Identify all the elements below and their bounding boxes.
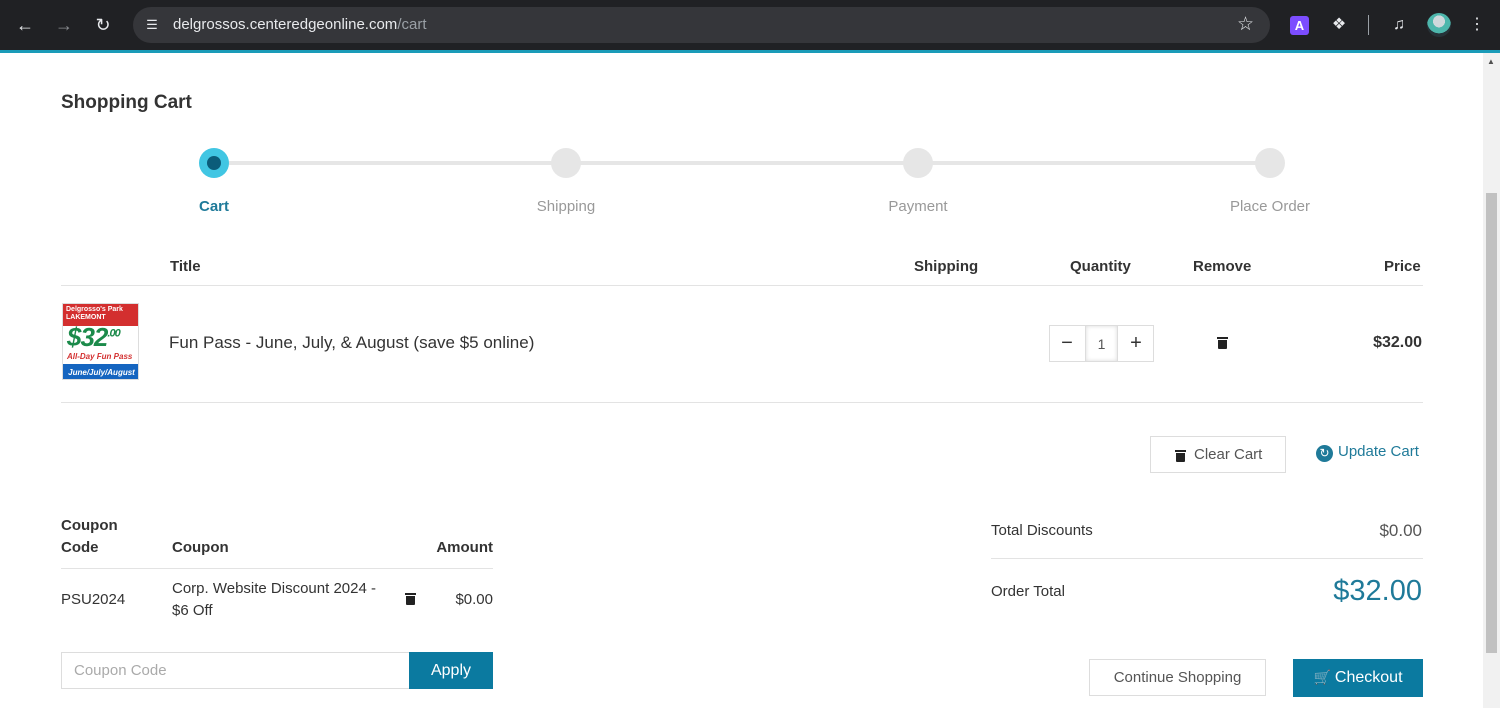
scrollbar-thumb[interactable]	[1486, 193, 1497, 653]
refresh-icon: ↻	[1316, 445, 1333, 462]
trash-icon	[1175, 449, 1186, 462]
media-control-icon[interactable]: ♫	[1388, 14, 1410, 36]
checkout-button[interactable]: 🛒 Checkout	[1293, 659, 1423, 697]
product-thumbnail[interactable]: Delgrosso's Park LAKEMONT $32.00 All-Day…	[62, 303, 139, 380]
row-divider	[61, 402, 1423, 403]
thumbnail-months: June/July/August	[68, 368, 135, 377]
coupon-header-code: Coupon Code	[61, 517, 118, 556]
site-info-icon[interactable]: ☰	[143, 16, 161, 34]
extension-a-icon[interactable]: A	[1290, 16, 1309, 35]
steps-track	[214, 161, 1270, 165]
page-accent-bar	[0, 50, 1500, 53]
back-arrow-icon[interactable]: ←	[12, 12, 38, 38]
step-place-order-label: Place Order	[1229, 198, 1311, 215]
item-price: $32.00	[1373, 334, 1422, 351]
coupon-divider	[61, 568, 493, 569]
total-discounts-label: Total Discounts	[991, 522, 1093, 539]
remove-coupon-trash-icon[interactable]	[405, 592, 416, 605]
total-discounts-value: $0.00	[1379, 521, 1422, 540]
shopping-cart-icon: 🛒	[1313, 669, 1331, 685]
coupon-amount: $0.00	[455, 591, 493, 608]
update-cart-link[interactable]: ↻ Update Cart	[1316, 443, 1419, 462]
step-payment-dot	[903, 148, 933, 178]
address-bar[interactable]: ☰ delgrossos.centeredgeonline.com/cart ☆	[133, 7, 1270, 43]
header-remove: Remove	[1193, 258, 1252, 275]
kebab-menu-icon[interactable]: ⋮	[1466, 14, 1488, 36]
step-shipping-dot	[551, 148, 581, 178]
page-scrollbar[interactable]: ▲	[1483, 53, 1500, 708]
quantity-input[interactable]	[1085, 326, 1118, 361]
item-title[interactable]: Fun Pass - June, July, & August (save $5…	[169, 333, 534, 353]
coupon-code-input[interactable]	[61, 652, 410, 689]
table-divider	[61, 285, 1423, 286]
summary-divider	[991, 558, 1423, 559]
coupon-name: Corp. Website Discount 2024 - $6 Off	[172, 580, 376, 619]
quantity-increase-button[interactable]: +	[1119, 326, 1153, 361]
step-cart-label: Cart	[198, 198, 229, 215]
page-title: Shopping Cart	[61, 92, 192, 113]
step-cart-dot	[199, 148, 229, 178]
header-title: Title	[170, 258, 201, 275]
thumbnail-tagline: All-Day Fun Pass	[67, 352, 133, 361]
extensions-puzzle-icon[interactable]: ❖	[1328, 14, 1350, 36]
header-quantity: Quantity	[1070, 258, 1131, 275]
thumbnail-top-text: Delgrosso's Park LAKEMONT	[66, 306, 123, 321]
remove-item-trash-icon[interactable]	[1217, 336, 1228, 349]
coupon-code: PSU2024	[61, 591, 126, 608]
order-total-value: $32.00	[1333, 575, 1422, 607]
header-shipping: Shipping	[914, 258, 979, 275]
thumbnail-price: $32.00	[67, 322, 121, 352]
browser-toolbar: ← → ↻ ☰ delgrossos.centeredgeonline.com/…	[0, 0, 1500, 53]
reload-icon[interactable]: ↻	[90, 12, 116, 38]
coupon-header-coupon: Coupon	[172, 539, 229, 556]
profile-avatar-icon[interactable]	[1427, 13, 1451, 37]
apply-coupon-button[interactable]: Apply	[409, 652, 493, 689]
toolbar-separator	[1368, 15, 1369, 35]
quantity-decrease-button[interactable]: −	[1050, 326, 1084, 361]
step-shipping-label: Shipping	[536, 198, 596, 215]
order-total-label: Order Total	[991, 583, 1065, 600]
continue-shopping-button[interactable]: Continue Shopping	[1089, 659, 1266, 696]
url-text[interactable]: delgrossos.centeredgeonline.com/cart	[173, 16, 427, 33]
bookmark-star-icon[interactable]: ☆	[1237, 13, 1254, 36]
forward-arrow-icon[interactable]: →	[51, 12, 77, 38]
step-payment-label: Payment	[888, 198, 948, 215]
header-price: Price	[1384, 258, 1421, 275]
coupon-header-amount: Amount	[436, 539, 493, 556]
clear-cart-button[interactable]: Clear Cart	[1150, 436, 1286, 473]
scroll-up-icon[interactable]: ▲	[1487, 57, 1495, 66]
step-place-order-dot	[1255, 148, 1285, 178]
quantity-stepper: − +	[1049, 325, 1154, 362]
